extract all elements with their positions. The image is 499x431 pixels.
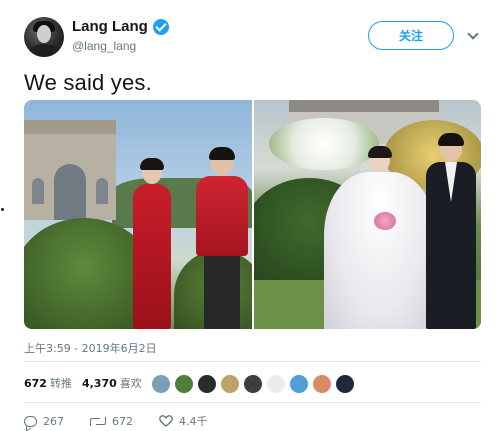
retweets-count[interactable]: 672 — [24, 377, 47, 390]
retweet-count: 672 — [112, 414, 133, 428]
groom-hair — [438, 133, 464, 146]
tweet-timestamp[interactable]: 上午3:59 - 2019年6月2日 — [24, 340, 157, 356]
liker-avatar[interactable] — [197, 374, 217, 394]
arc-de-triomphe — [24, 120, 116, 220]
chateau-roof — [289, 100, 439, 112]
like-count: 4.4千 — [179, 415, 208, 428]
liker-avatar[interactable] — [174, 374, 194, 394]
bride-hair — [368, 146, 392, 158]
arch-opening — [54, 164, 86, 220]
like-button[interactable]: 4.4千 — [159, 413, 208, 429]
red-qipao — [133, 184, 171, 329]
reply-count: 267 — [43, 414, 64, 428]
user-name-row[interactable]: Lang Lang — [72, 18, 169, 35]
tweet: Lang Lang @lang_lang 关注 We said yes. 上午3… — [0, 0, 499, 431]
photo-wedding-attire[interactable] — [254, 100, 481, 329]
liker-avatar[interactable] — [243, 374, 263, 394]
follow-button[interactable]: 关注 — [368, 21, 454, 50]
arch-side-opening-right — [96, 178, 108, 204]
liker-avatar[interactable] — [220, 374, 240, 394]
tweet-text: We said yes. — [24, 70, 152, 95]
arch-top — [24, 120, 116, 134]
groom-in-tuxedo — [424, 133, 478, 329]
likes-count[interactable]: 4,370 — [82, 377, 117, 390]
divider — [24, 402, 481, 403]
liker-avatar[interactable] — [289, 374, 309, 394]
retweets-label[interactable]: 转推 — [50, 375, 72, 391]
verified-badge-icon — [152, 18, 169, 35]
photo-red-attire[interactable] — [24, 100, 252, 329]
chevron-down-icon[interactable] — [467, 28, 479, 40]
avatar-face — [37, 25, 51, 43]
arch-side-opening-left — [32, 178, 44, 204]
tweet-media — [24, 100, 481, 329]
avatar-body — [29, 44, 59, 57]
liker-avatar[interactable] — [151, 374, 171, 394]
liker-avatars — [151, 374, 358, 394]
engagement-stats: 672 转推 4,370 喜欢 — [24, 375, 152, 391]
liker-avatar[interactable] — [335, 374, 355, 394]
tweet-actions: 267 672 4.4千 — [24, 413, 234, 429]
user-avatar[interactable] — [24, 17, 64, 57]
retweet-button[interactable]: 672 — [90, 415, 133, 428]
wedding-gown — [324, 172, 436, 329]
likes-label[interactable]: 喜欢 — [120, 375, 142, 391]
bride-in-red — [127, 158, 177, 329]
divider — [24, 361, 481, 362]
liker-avatar[interactable] — [266, 374, 286, 394]
reply-icon — [24, 415, 37, 427]
heart-icon — [159, 415, 173, 427]
reply-button[interactable]: 267 — [24, 415, 64, 428]
red-jacket — [196, 176, 248, 256]
groom-hair — [209, 147, 235, 160]
bouquet — [374, 212, 396, 230]
bullet-dot — [1, 208, 4, 211]
groom-pants — [204, 254, 240, 329]
bride-hair — [140, 158, 164, 170]
user-handle[interactable]: @lang_lang — [72, 39, 136, 53]
groom-in-red — [192, 147, 252, 329]
retweet-icon — [90, 416, 106, 427]
user-name[interactable]: Lang Lang — [72, 18, 148, 35]
liker-avatar[interactable] — [312, 374, 332, 394]
